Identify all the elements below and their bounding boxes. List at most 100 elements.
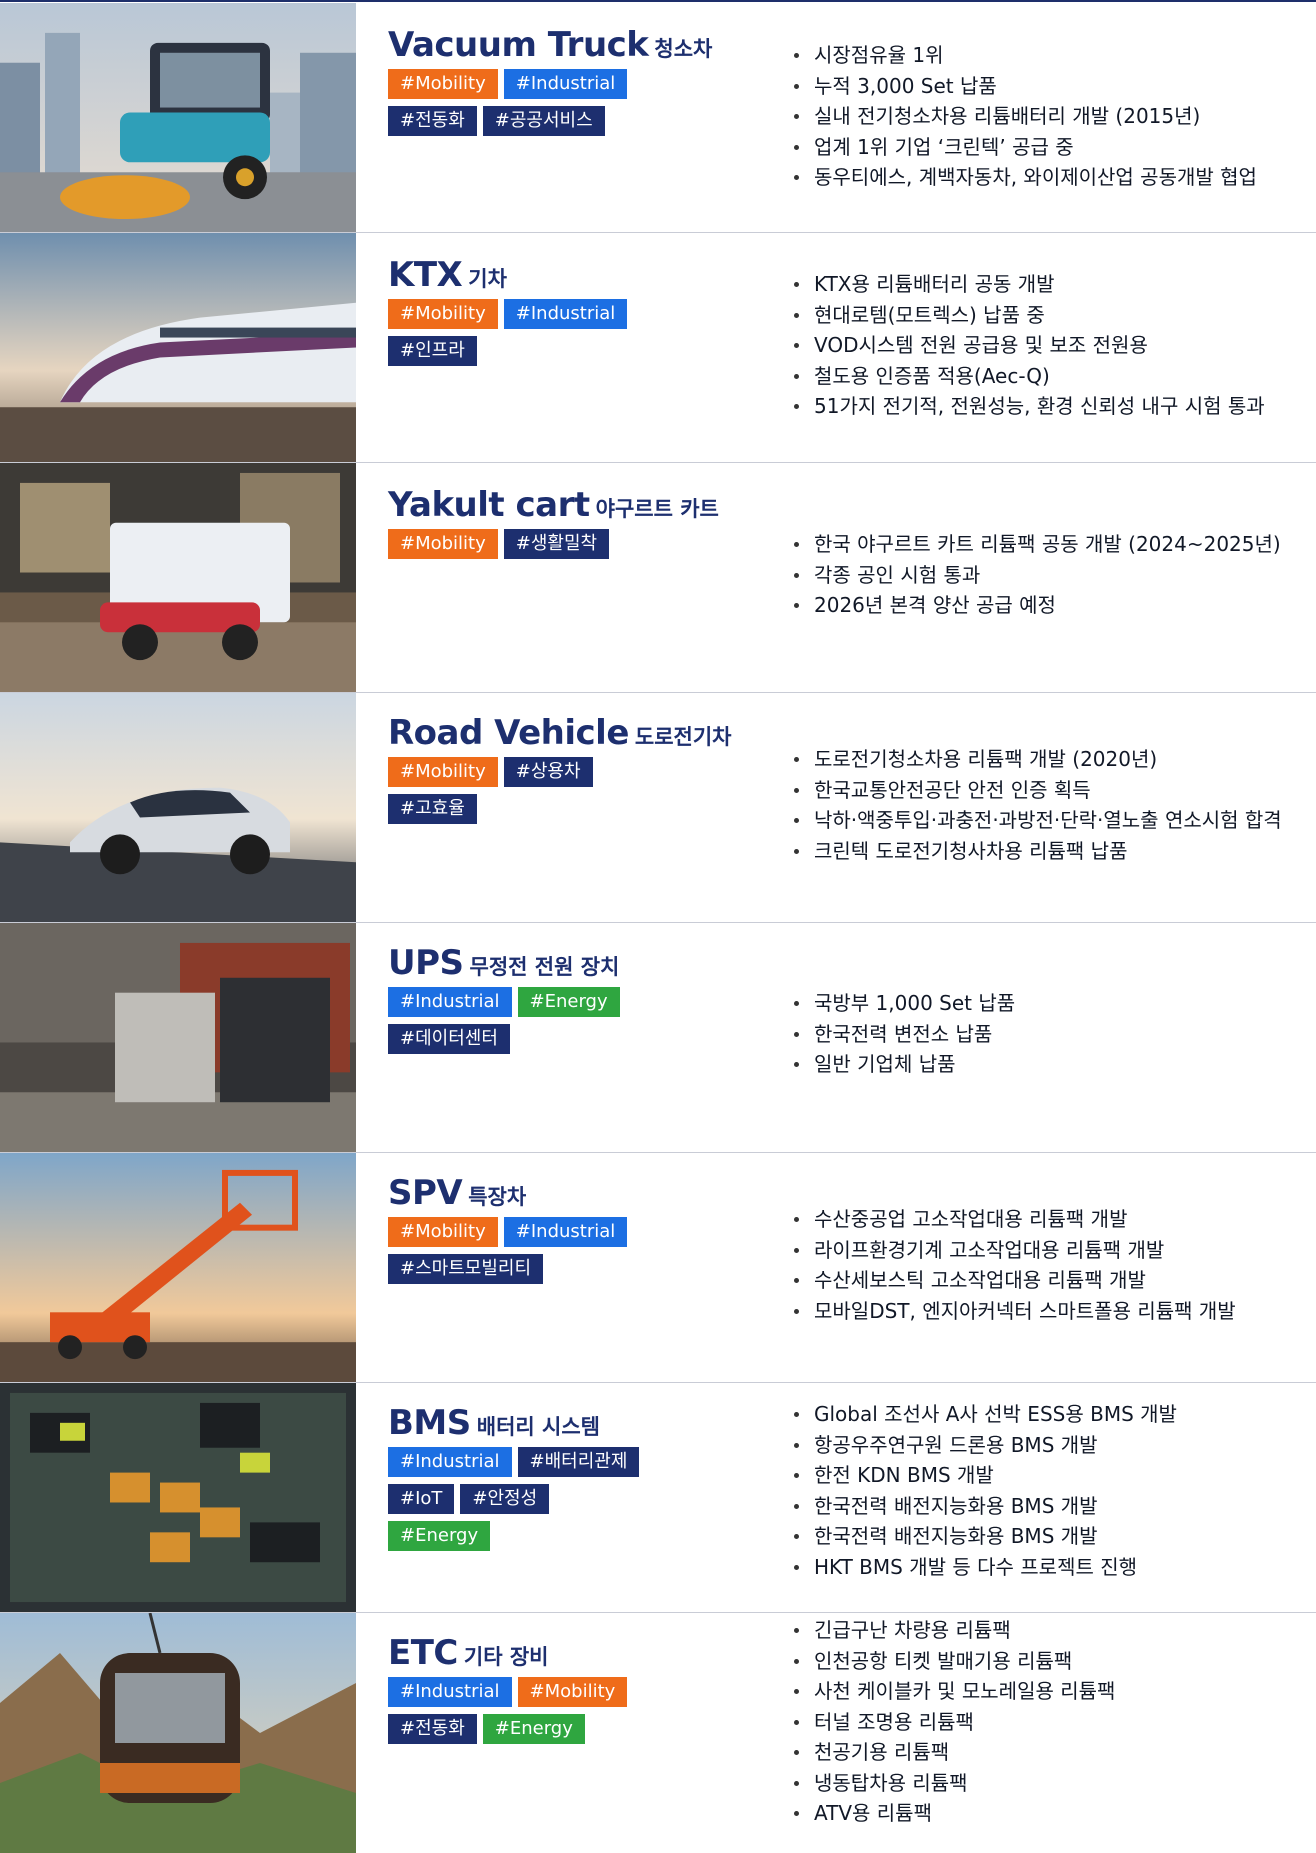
tag-electrification: #전동화	[388, 106, 477, 136]
spv-lift-photo	[0, 1153, 356, 1382]
product-title: UPS 무정전 전원 장치	[388, 943, 748, 985]
tag-high-efficiency: #고효율	[388, 794, 477, 824]
application-row-spv: SPV 특장차 #Mobility #Industrial #스마트모빌리티 수산…	[0, 1153, 1316, 1383]
application-row-ktx: KTX 기차 #Mobility #Industrial #인프라 KTX용 리튬…	[0, 233, 1316, 463]
tag-mobility: #Mobility	[388, 299, 498, 329]
feature-list: 수산중공업 고소작업대용 리튬팩 개발 라이프환경기계 고소작업대용 리튬팩 개…	[790, 1204, 1236, 1326]
product-title-en: Yakult cart	[388, 485, 590, 525]
tag-list: #Mobility #Industrial #스마트모빌리티	[388, 1217, 648, 1291]
product-title-ko: 기차	[468, 267, 507, 291]
feature-item: 국방부 1,000 Set 납품	[790, 988, 1015, 1019]
feature-item: 항공우주연구원 드론용 BMS 개발	[790, 1430, 1177, 1461]
product-title: BMS 배터리 시스템	[388, 1403, 748, 1445]
feature-list: KTX용 리튬배터리 공동 개발 현대로템(모트렉스) 납품 중 VOD시스템 …	[790, 269, 1265, 422]
product-title-ko: 야구르트 카트	[595, 497, 719, 521]
tag-mobility: #Mobility	[388, 69, 498, 99]
tag-industrial: #Industrial	[503, 69, 628, 99]
yakult-cart-photo	[0, 463, 356, 692]
yakult-cart-info: Yakult cart 야구르트 카트 #Mobility #생활밀착	[388, 485, 748, 566]
product-title: Vacuum Truck 청소차	[388, 25, 748, 67]
ktx-train-photo	[0, 233, 356, 462]
etc-info: ETC 기타 장비 #Industrial #Mobility #전동화 #Ene…	[388, 1633, 748, 1751]
feature-item: 크린텍 도로전기청사차용 리튬팩 납품	[790, 836, 1282, 867]
tag-smart-mobility: #스마트모빌리티	[388, 1254, 544, 1284]
feature-item: VOD시스템 전원 공급용 및 보조 전원용	[790, 330, 1265, 361]
product-title: Road Vehicle 도로전기차	[388, 713, 748, 755]
ktx-info: KTX 기차 #Mobility #Industrial #인프라	[388, 255, 748, 373]
product-title: ETC 기타 장비	[388, 1633, 748, 1675]
tag-stability: #안정성	[460, 1484, 550, 1514]
cable-car-photo	[0, 1613, 356, 1853]
feature-item: 철도용 인증품 적용(Aec-Q)	[790, 361, 1265, 392]
feature-item: 사천 케이블카 및 모노레일용 리튬팩	[790, 1676, 1115, 1707]
feature-item: HKT BMS 개발 등 다수 프로젝트 진행	[790, 1552, 1177, 1583]
tag-infrastructure: #인프라	[388, 336, 477, 366]
tag-list: #Mobility #생활밀착	[388, 529, 648, 566]
feature-item: 수산중공업 고소작업대용 리튬팩 개발	[790, 1204, 1236, 1235]
feature-item: Global 조선사 A사 선박 ESS용 BMS 개발	[790, 1399, 1177, 1430]
product-title-en: Vacuum Truck	[388, 25, 649, 65]
product-title-en: ETC	[388, 1633, 458, 1673]
feature-item: 한국교통안전공단 안전 인증 획득	[790, 775, 1282, 806]
feature-item: 한국전력 배전지능화용 BMS 개발	[790, 1491, 1177, 1522]
feature-list: 도로전기청소차용 리튬팩 개발 (2020년) 한국교통안전공단 안전 인증 획…	[790, 744, 1282, 866]
product-title: KTX 기차	[388, 255, 748, 297]
product-title-en: Road Vehicle	[388, 713, 629, 753]
tag-public-service: #공공서비스	[482, 106, 605, 136]
bms-board-photo	[0, 1383, 356, 1612]
feature-item: 한국전력 변전소 납품	[790, 1019, 1015, 1050]
feature-list: 국방부 1,000 Set 납품 한국전력 변전소 납품 일반 기업체 납품	[790, 988, 1015, 1080]
vacuum-truck-info: Vacuum Truck 청소차 #Mobility #Industrial #전…	[388, 25, 748, 143]
feature-item: 업계 1위 기업 ‘크린텍’ 공급 중	[790, 132, 1257, 163]
product-title-ko: 배터리 시스템	[476, 1415, 600, 1439]
tag-list: #Industrial #Mobility #전동화 #Energy	[388, 1677, 648, 1751]
vacuum-truck-photo	[0, 3, 356, 232]
product-title: Yakult cart 야구르트 카트	[388, 485, 748, 527]
feature-item: 일반 기업체 납품	[790, 1049, 1015, 1080]
feature-item: 라이프환경기계 고소작업대용 리튬팩 개발	[790, 1235, 1236, 1266]
road-vehicle-photo	[0, 693, 356, 922]
application-row-bms: BMS 배터리 시스템 #Industrial #배터리관제 #IoT #안정성 …	[0, 1383, 1316, 1613]
product-title: SPV 특장차	[388, 1173, 748, 1215]
application-list: Vacuum Truck 청소차 #Mobility #Industrial #전…	[0, 3, 1316, 1853]
tag-mobility: #Mobility	[388, 529, 498, 559]
tag-industrial: #Industrial	[388, 1677, 512, 1707]
tag-industrial: #Industrial	[388, 987, 512, 1017]
spv-info: SPV 특장차 #Mobility #Industrial #스마트모빌리티	[388, 1173, 748, 1291]
bms-info: BMS 배터리 시스템 #Industrial #배터리관제 #IoT #안정성 …	[388, 1403, 748, 1558]
tag-battery-control: #배터리관제	[517, 1447, 640, 1477]
feature-item: 수산세보스틱 고소작업대용 리튬팩 개발	[790, 1265, 1236, 1296]
tag-data-center: #데이터센터	[388, 1024, 510, 1054]
tag-daily-life: #생활밀착	[503, 529, 610, 559]
feature-list: 긴급구난 차량용 리튬팩 인천공항 티켓 발매기용 리튬팩 사천 케이블카 및 …	[790, 1615, 1115, 1829]
feature-list: 한국 야구르트 카트 리튬팩 공동 개발 (2024~2025년) 각종 공인 …	[790, 529, 1281, 621]
tag-iot: #IoT	[388, 1484, 455, 1514]
feature-item: 모바일DST, 엔지아커넥터 스마트폴용 리튬팩 개발	[790, 1296, 1236, 1327]
feature-item: 시장점유율 1위	[790, 40, 1257, 71]
application-row-ups: UPS 무정전 전원 장치 #Industrial #Energy #데이터센터 …	[0, 923, 1316, 1153]
feature-item: 냉동탑차용 리튬팩	[790, 1768, 1115, 1799]
feature-item: 2026년 본격 양산 공급 예정	[790, 590, 1281, 621]
tag-commercial-vehicle: #상용차	[503, 757, 593, 787]
ups-unit-photo	[0, 923, 356, 1152]
tag-mobility: #Mobility	[388, 1217, 498, 1247]
feature-item: 터널 조명용 리튬팩	[790, 1707, 1115, 1738]
product-title-en: KTX	[388, 255, 463, 295]
application-row-vacuum-truck: Vacuum Truck 청소차 #Mobility #Industrial #전…	[0, 3, 1316, 233]
feature-item: 실내 전기청소차용 리튬배터리 개발 (2015년)	[790, 101, 1257, 132]
feature-item: 천공기용 리튬팩	[790, 1737, 1115, 1768]
application-row-yakult-cart: Yakult cart 야구르트 카트 #Mobility #생활밀착 한국 야구…	[0, 463, 1316, 693]
road-vehicle-info: Road Vehicle 도로전기차 #Mobility #상용차 #고효율	[388, 713, 748, 831]
feature-list: 시장점유율 1위 누적 3,000 Set 납품 실내 전기청소차용 리튬배터리…	[790, 40, 1257, 193]
product-title-ko: 도로전기차	[634, 725, 732, 749]
tag-list: #Industrial #배터리관제 #IoT #안정성 #Energy	[388, 1447, 648, 1558]
feature-item: 누적 3,000 Set 납품	[790, 71, 1257, 102]
tag-list: #Mobility #Industrial #인프라	[388, 299, 648, 373]
tag-list: #Mobility #Industrial #전동화 #공공서비스	[388, 69, 648, 143]
product-title-en: SPV	[388, 1173, 463, 1213]
tag-list: #Industrial #Energy #데이터센터	[388, 987, 648, 1061]
feature-item: 한국 야구르트 카트 리튬팩 공동 개발 (2024~2025년)	[790, 529, 1281, 560]
feature-item: ATV용 리튬팩	[790, 1798, 1115, 1829]
feature-item: 한전 KDN BMS 개발	[790, 1460, 1177, 1491]
tag-industrial: #Industrial	[503, 1217, 628, 1247]
